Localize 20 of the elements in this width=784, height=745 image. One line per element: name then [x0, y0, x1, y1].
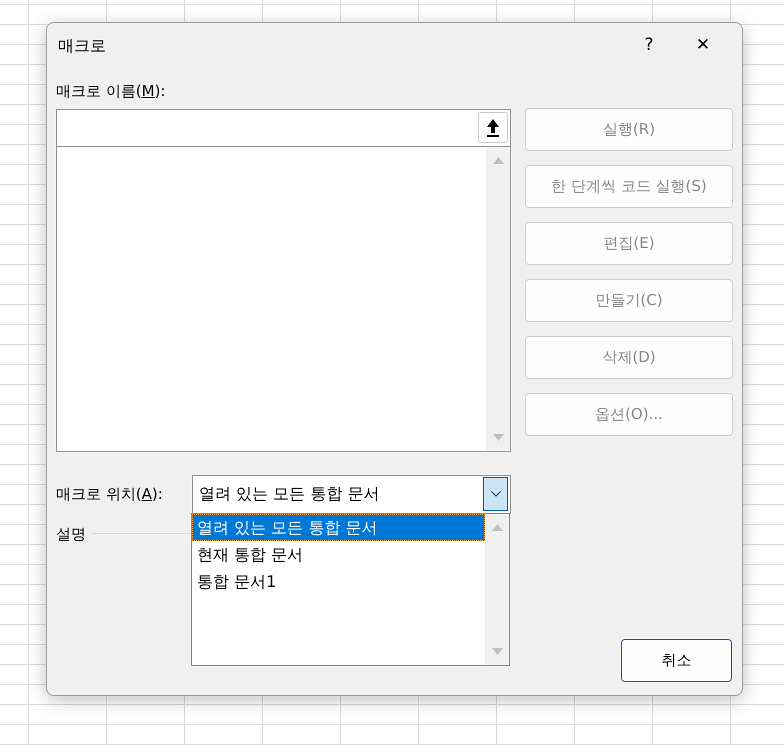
dropdown-option[interactable]: 통합 문서1 — [192, 568, 485, 595]
field-label: 매크로 이름(M): — [56, 81, 166, 102]
collapse-button[interactable] — [478, 112, 508, 143]
close-button[interactable]: ✕ — [680, 26, 726, 66]
dropdown-button[interactable] — [483, 477, 508, 511]
dropdown-option[interactable]: 현재 통합 문서 — [192, 541, 485, 568]
help-button[interactable]: ? — [626, 26, 672, 66]
scroll-down-icon[interactable] — [492, 434, 504, 440]
chevron-down-icon — [490, 491, 500, 497]
scroll-up-icon[interactable] — [492, 524, 502, 531]
window-title: 매크로 — [58, 35, 107, 57]
location-dropdown[interactable]: 열려 있는 모든 통합 문서 — [192, 474, 511, 514]
up-arrow-icon — [486, 118, 500, 138]
section-label: 설명 — [56, 524, 86, 544]
cancel-button[interactable]: 취소 — [621, 639, 732, 682]
scroll-down-icon[interactable] — [492, 648, 502, 655]
dropdown-option[interactable]: 열려 있는 모든 통합 문서 — [192, 514, 485, 541]
macro-name-field[interactable] — [56, 108, 511, 146]
scroll-up-icon[interactable] — [492, 156, 504, 164]
field-label: 매크로 위치(A): — [56, 484, 164, 505]
